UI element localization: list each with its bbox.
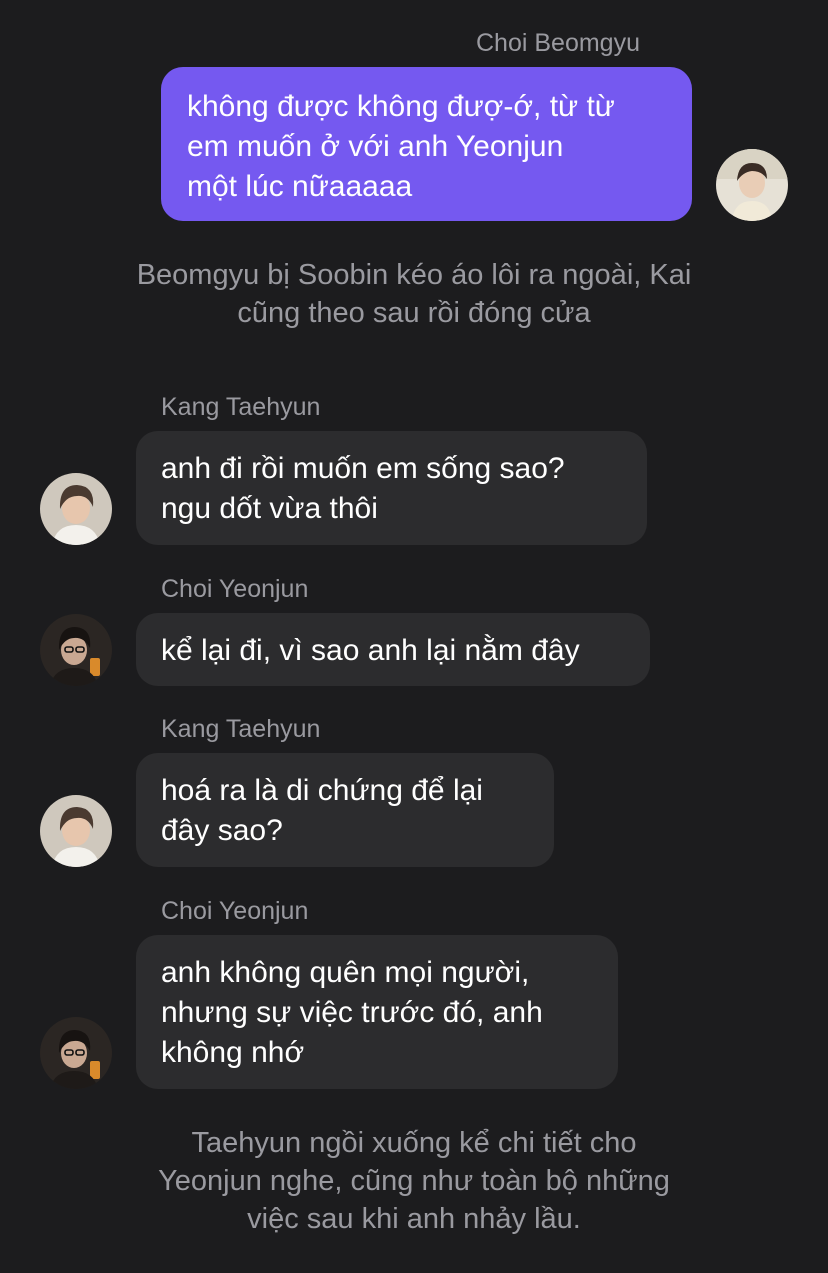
narration-line: Taehyun ngồi xuống kể chi tiết cho [191,1127,637,1159]
message-bubble-incoming[interactable]: anh đi rồi muốn em sống sao? ngu dốt vừa… [136,431,647,545]
message-bubble-incoming[interactable]: kể lại đi, vì sao anh lại nằm đây [136,613,650,686]
narration-text: Taehyun ngồi xuống kể chi tiết cho Yeonj… [0,1124,828,1238]
message-line: đây sao? [161,814,283,847]
taehyun-avatar[interactable] [40,795,112,867]
message-bubble-outgoing[interactable]: không được không đượ-ớ, từ từ em muốn ở … [161,67,692,221]
yeonjun-avatar[interactable] [40,1017,112,1089]
message-line: không được không đượ-ớ, từ từ [187,90,615,123]
sender-name: Kang Taehyun [161,393,321,421]
taehyun-avatar[interactable] [40,473,112,545]
message-line: em muốn ở với anh Yeonjun [187,130,564,163]
message-bubble-incoming[interactable]: anh không quên mọi người, nhưng sự việc … [136,935,618,1089]
sender-name: Kang Taehyun [161,715,321,743]
message-bubble-incoming[interactable]: hoá ra là di chứng để lại đây sao? [136,753,554,867]
narration-line: việc sau khi anh nhảy lầu. [247,1203,581,1235]
message-line: anh đi rồi muốn em sống sao? [161,452,565,485]
narration-line: Beomgyu bị Soobin kéo áo lôi ra ngoài, K… [136,259,692,291]
message-line: kể lại đi, vì sao anh lại nằm đây [161,634,580,667]
message-line: một lúc nữaaaaa [187,170,413,203]
sender-name: Choi Yeonjun [161,897,309,925]
message-line: anh không quên mọi người, [161,956,530,989]
narration-line: Yeonjun nghe, cũng như toàn bộ những [158,1165,670,1197]
message-line: không nhớ [161,1036,305,1069]
yeonjun-avatar[interactable] [40,614,112,686]
sender-name: Choi Beomgyu [476,29,640,57]
sender-name: Choi Yeonjun [161,575,309,603]
narration-text: Beomgyu bị Soobin kéo áo lôi ra ngoài, K… [0,256,828,332]
beomgyu-avatar[interactable] [716,149,788,221]
message-line: hoá ra là di chứng để lại [161,774,483,807]
message-line: ngu dốt vừa thôi [161,492,378,525]
message-line: nhưng sự việc trước đó, anh [161,996,543,1029]
narration-line: cũng theo sau rồi đóng cửa [237,297,591,329]
